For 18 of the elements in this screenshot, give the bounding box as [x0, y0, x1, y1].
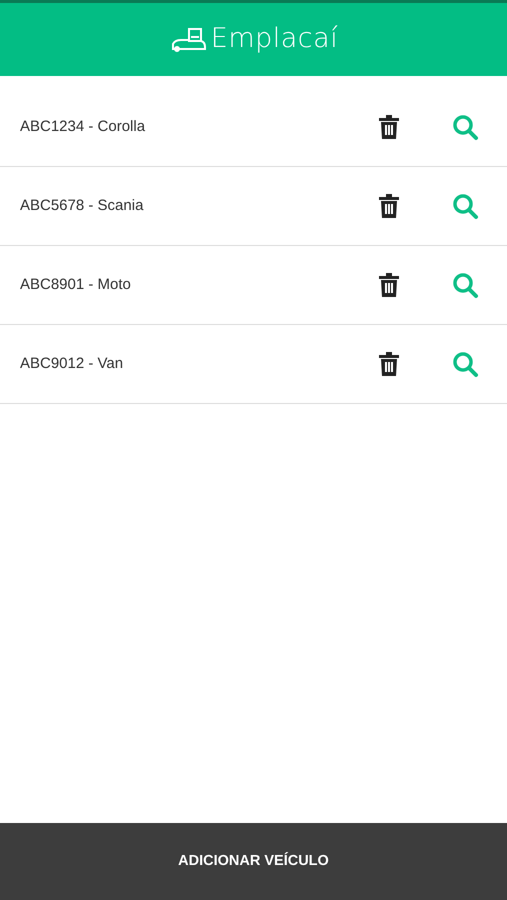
trash-icon	[378, 115, 400, 139]
vehicle-label[interactable]: ABC9012 - Van	[20, 352, 378, 376]
search-icon	[452, 192, 479, 220]
search-icon	[452, 114, 479, 140]
vehicle-label[interactable]: ABC8901 - Moto	[20, 274, 378, 296]
delete-button[interactable]	[378, 352, 400, 376]
search-icon	[452, 272, 479, 298]
delete-button[interactable]	[378, 115, 400, 139]
search-icon	[452, 350, 479, 378]
vehicle-label[interactable]: ABC1234 - Corolla	[20, 116, 378, 138]
trash-icon	[378, 194, 400, 218]
app-logo-text: Emplacaí	[210, 22, 338, 56]
delete-button[interactable]	[378, 194, 400, 218]
trash-icon	[378, 273, 400, 297]
trash-icon	[378, 352, 400, 376]
vehicle-label[interactable]: ABC5678 - Scania	[20, 194, 378, 218]
add-vehicle-button[interactable]: ADICIONAR VEÍCULO	[0, 823, 507, 900]
delete-button[interactable]	[378, 273, 400, 297]
